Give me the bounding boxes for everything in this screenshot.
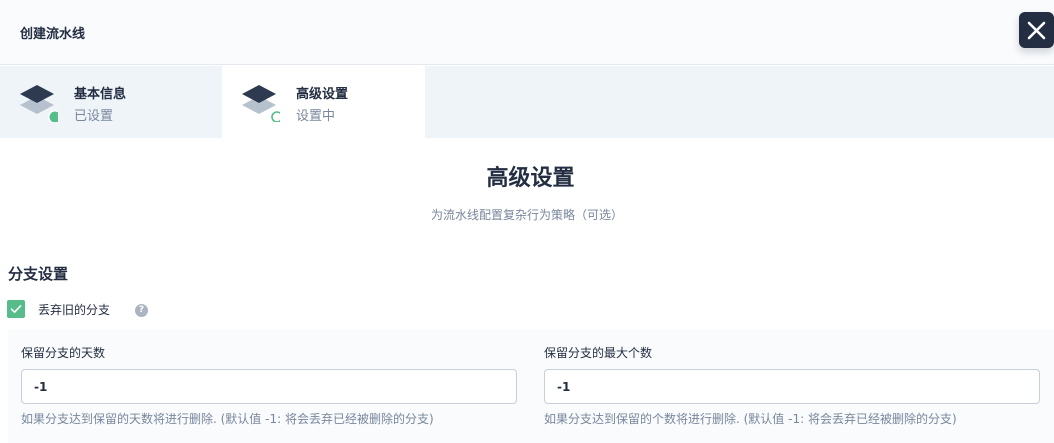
max-branches-input[interactable] (544, 369, 1040, 404)
modal-header: 创建流水线 (0, 0, 1054, 65)
steps-bar: 基本信息 已设置 高级设置 设置中 (0, 66, 1054, 138)
close-icon (1027, 21, 1046, 40)
days-to-keep-label: 保留分支的天数 (21, 346, 106, 360)
page-subtitle: 为流水线配置复杂行为策略（可选） (430, 208, 623, 222)
step-advanced-settings[interactable]: 高级设置 设置中 (222, 66, 425, 138)
step-name: 高级设置 (296, 87, 349, 102)
discard-old-branches-label: 丢弃旧的分支 (38, 303, 111, 317)
check-icon (10, 305, 22, 313)
discard-old-branches-checkbox[interactable] (7, 300, 25, 318)
step-basic-info[interactable]: 基本信息 已设置 (0, 66, 222, 138)
days-to-keep-description: 如果分支达到保留的天数将进行删除. (默认值 -1: 将会丢弃已经被删除的分支) (21, 412, 434, 426)
help-icon[interactable]: ? (135, 304, 148, 317)
section-title-branch: 分支设置 (8, 265, 69, 283)
page-title: 高级设置 (486, 166, 575, 191)
layers-icon (242, 85, 280, 122)
step-status: 设置中 (296, 109, 336, 124)
max-branches-description: 如果分支达到保留的个数将进行删除. (默认值 -1: 将会丢弃已经被删除的分支) (544, 412, 957, 426)
branch-settings-panel: 保留分支的天数 如果分支达到保留的天数将进行删除. (默认值 -1: 将会丢弃已… (8, 329, 1054, 443)
close-button[interactable] (1019, 12, 1054, 48)
days-to-keep-input[interactable] (21, 369, 517, 404)
step-name: 基本信息 (74, 87, 127, 102)
layers-icon (20, 85, 58, 122)
max-branches-label: 保留分支的最大个数 (544, 346, 653, 360)
modal-title: 创建流水线 (20, 27, 86, 42)
step-status: 已设置 (74, 109, 114, 124)
